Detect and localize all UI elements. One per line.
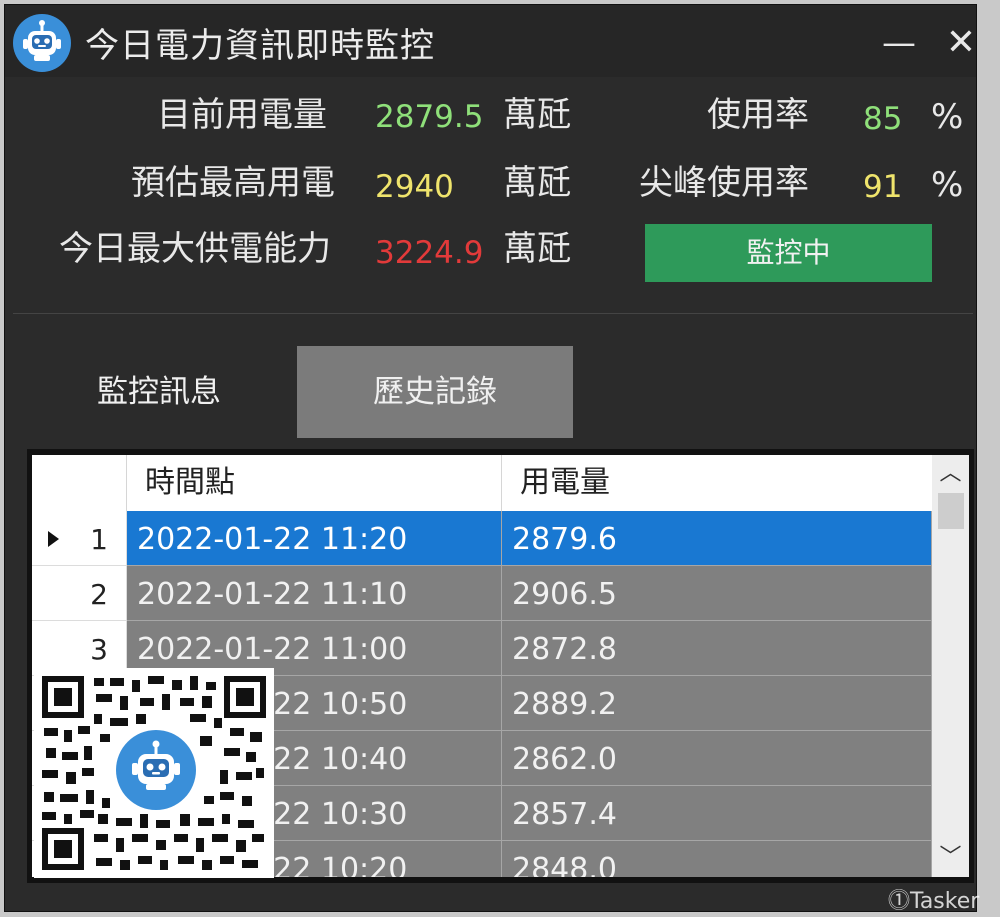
forecast-peak-value: 2940 [375,169,454,205]
usage-cell[interactable]: 2862.0 [502,731,932,786]
usage-cell[interactable]: 2879.6 [502,511,932,566]
table-row[interactable]: 1 2022-01-22 11:20 2879.6 [32,511,932,566]
tab-history-records[interactable]: 歷史記錄 [297,346,573,438]
row-index: 2 [90,578,108,611]
tab-monitor-messages[interactable]: 監控訊息 [55,346,263,438]
scroll-thumb[interactable] [938,493,964,529]
max-supply-unit: 萬瓩 [503,229,571,269]
scroll-up-button[interactable]: ︿ [932,457,969,491]
usage-cell[interactable]: 2872.8 [502,621,932,676]
forecast-peak-unit: 萬瓩 [503,163,571,203]
current-usage-value: 2879.5 [375,99,484,135]
current-row-arrow-icon [48,531,59,547]
section-divider [13,313,973,314]
peak-usage-rate-label: 尖峰使用率 [639,163,809,203]
max-supply-label: 今日最大供電能力 [59,229,331,269]
usage-rate-label: 使用率 [707,95,809,135]
row-header[interactable]: 1 [32,511,127,566]
time-cell[interactable]: 2022-01-22 11:20 [127,511,502,566]
scroll-down-button[interactable]: ﹀ [932,841,969,875]
column-header-time[interactable]: 時間點 [127,455,502,511]
qr-code-image [34,668,274,878]
peak-usage-rate-value: 91 [863,169,903,205]
row-header-corner[interactable] [32,455,127,511]
table-header: 時間點 用電量 [32,455,932,512]
usage-cell[interactable]: 2848.0 [502,841,932,877]
monitoring-button[interactable]: 監控中 [645,224,932,282]
peak-usage-rate-unit: % [931,165,964,205]
window-title: 今日電力資訊即時監控 [85,26,435,66]
time-cell[interactable]: 2022-01-22 11:10 [127,566,502,621]
minimize-button[interactable]: — [877,21,921,65]
max-supply-value: 3224.9 [375,235,484,271]
usage-cell[interactable]: 2857.4 [502,786,932,841]
column-header-usage[interactable]: 用電量 [502,455,932,511]
title-bar[interactable]: 今日電力資訊即時監控 — ✕ [5,5,976,77]
table-row[interactable]: 2 2022-01-22 11:10 2906.5 [32,566,932,621]
watermark-text: Tasker [910,889,980,914]
usage-rate-value: 85 [863,101,903,137]
usage-cell[interactable]: 2889.2 [502,676,932,731]
forecast-peak-label: 預估最高用電 [131,163,335,203]
usage-rate-unit: % [931,97,964,137]
vertical-scrollbar[interactable]: ︿ ﹀ [932,455,969,877]
current-usage-unit: 萬瓩 [503,95,571,135]
usage-cell[interactable]: 2906.5 [502,566,932,621]
row-index: 1 [90,523,108,556]
row-header[interactable]: 2 [32,566,127,621]
watermark: ⓵Tasker [888,883,979,915]
watermark-logo-icon: ⓵ [888,889,911,914]
close-button[interactable]: ✕ [939,21,983,65]
current-usage-label: 目前用電量 [157,95,327,135]
robot-icon [13,14,71,72]
